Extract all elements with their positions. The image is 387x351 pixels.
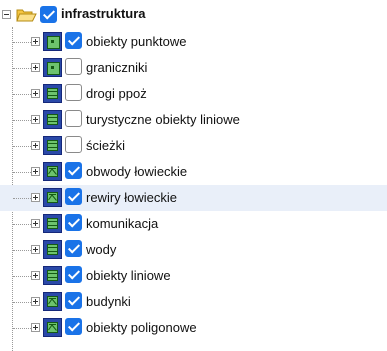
tree-connector (13, 198, 31, 199)
point-symbol (47, 62, 60, 75)
tree-connector (13, 68, 31, 69)
layer-checkbox[interactable] (65, 266, 82, 283)
expand-toggle[interactable] (31, 115, 40, 124)
collapse-toggle[interactable] (2, 10, 11, 19)
expand-toggle[interactable] (31, 297, 40, 306)
layer-checkbox[interactable] (65, 292, 82, 309)
layer-label: obiekty punktowe (86, 34, 187, 49)
tree-node[interactable]: obiekty poligonowe (0, 315, 387, 341)
tree-node[interactable]: turystyczne obiekty liniowe (0, 107, 387, 133)
tree-node[interactable]: graniczniki (0, 55, 387, 81)
expand-toggle[interactable] (31, 37, 40, 46)
layer-label: turystyczne obiekty liniowe (86, 112, 240, 127)
layer-label: obiekty liniowe (86, 268, 171, 283)
layer-checkbox[interactable] (40, 6, 57, 23)
layer-checkbox[interactable] (65, 110, 82, 127)
polygon-layer-icon (43, 188, 62, 207)
tree-connector (13, 120, 31, 121)
layer-label: budynki (86, 294, 131, 309)
layer-checkbox[interactable] (65, 318, 82, 335)
layer-label: infrastruktura (61, 6, 146, 21)
line-layer-icon (43, 110, 62, 129)
layer-label: ścieżki (86, 138, 126, 153)
layer-label: wody (86, 242, 117, 257)
expand-toggle[interactable] (31, 193, 40, 202)
line-layer-icon (43, 266, 62, 285)
layer-label: rewiry łowieckie (86, 190, 178, 205)
polygon-layer-icon (43, 318, 62, 337)
tree-connector (13, 328, 31, 329)
tree-node[interactable]: ścieżki (0, 133, 387, 159)
tree-node[interactable]: obiekty punktowe (0, 29, 387, 55)
line-layer-icon (43, 240, 62, 259)
layer-tree: infrastruktura obiekty punktowe graniczni… (0, 0, 387, 351)
open-folder-icon (16, 7, 37, 23)
line-layer-icon (43, 136, 62, 155)
tree-node[interactable]: drogi ppoż (0, 81, 387, 107)
layer-checkbox[interactable] (65, 188, 82, 205)
layer-label: obwody łowieckie (86, 164, 188, 179)
tree-connector (13, 224, 31, 225)
tree-connector (13, 276, 31, 277)
line-layer-icon (43, 84, 62, 103)
tree-node[interactable]: obwody łowieckie (0, 159, 387, 185)
tree-connector (13, 42, 31, 43)
layer-checkbox[interactable] (65, 240, 82, 257)
expand-toggle[interactable] (31, 141, 40, 150)
tree-connector (13, 146, 31, 147)
layer-label: graniczniki (86, 60, 148, 75)
layer-checkbox[interactable] (65, 162, 82, 179)
point-layer-icon (43, 32, 62, 51)
polygon-layer-icon (43, 292, 62, 311)
expand-toggle[interactable] (31, 167, 40, 176)
tree-node[interactable]: rewiry łowieckie (0, 185, 387, 211)
layer-checkbox[interactable] (65, 84, 82, 101)
layer-label: obiekty poligonowe (86, 320, 197, 335)
tree-connector (13, 94, 31, 95)
point-layer-icon (43, 58, 62, 77)
tree-node-infrastruktura[interactable]: infrastruktura (0, 3, 387, 27)
tree-node[interactable]: obiekty liniowe (0, 263, 387, 289)
layer-checkbox[interactable] (65, 32, 82, 49)
point-symbol (47, 36, 60, 49)
expand-toggle[interactable] (31, 323, 40, 332)
layer-checkbox[interactable] (65, 136, 82, 153)
expand-toggle[interactable] (31, 63, 40, 72)
tree-connector (13, 172, 31, 173)
tree-node[interactable]: komunikacja (0, 211, 387, 237)
expand-toggle[interactable] (31, 89, 40, 98)
layer-label: komunikacja (86, 216, 159, 231)
tree-connector (13, 302, 31, 303)
layer-checkbox[interactable] (65, 214, 82, 231)
tree-connector (13, 250, 31, 251)
tree-node[interactable]: budynki (0, 289, 387, 315)
layer-label: drogi ppoż (86, 86, 147, 101)
polygon-layer-icon (43, 162, 62, 181)
tree-node[interactable]: wody (0, 237, 387, 263)
expand-toggle[interactable] (31, 219, 40, 228)
expand-toggle[interactable] (31, 245, 40, 254)
layer-checkbox[interactable] (65, 58, 82, 75)
expand-toggle[interactable] (31, 271, 40, 280)
line-layer-icon (43, 214, 62, 233)
